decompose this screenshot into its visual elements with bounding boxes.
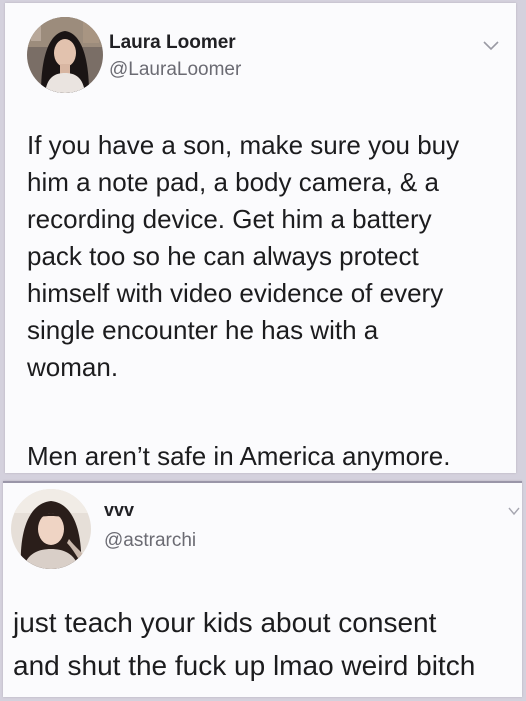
tweet-text: If you have a son, make sure you buy him… bbox=[27, 127, 507, 386]
user-handle[interactable]: @LauraLoomer bbox=[109, 59, 241, 81]
tweet-text-line: woman. bbox=[27, 352, 119, 382]
tweet-text-line: Men aren’t safe in America anymore. bbox=[27, 441, 451, 471]
tweet-text-line: If you have a son, make sure you buy bbox=[27, 130, 460, 160]
tweet-text-line: pack too so he can always protect bbox=[27, 241, 419, 271]
tweet-text: just teach your kids about consent and s… bbox=[13, 601, 518, 687]
avatar[interactable] bbox=[27, 17, 103, 93]
tweet-text-line: recording device. Get him a battery bbox=[27, 204, 432, 234]
display-name[interactable]: vvv bbox=[104, 500, 134, 521]
tweet-text-line: himself with video evidence of every bbox=[27, 278, 444, 308]
tweet-text-line: him a note pad, a body camera, & a bbox=[27, 167, 439, 197]
avatar[interactable] bbox=[11, 489, 91, 569]
tweet-text: Men aren’t safe in America anymore. bbox=[27, 438, 507, 473]
tweet-text-line: single encounter he has with a bbox=[27, 315, 379, 345]
user-handle[interactable]: @astrarchi bbox=[104, 530, 196, 552]
tweet-card: Laura Loomer @LauraLoomer If you have a … bbox=[5, 3, 516, 473]
profile-photo-icon bbox=[27, 17, 103, 93]
reply-tweet-card: vvv @astrarchi just teach your kids abou… bbox=[3, 481, 522, 697]
chevron-down-icon[interactable] bbox=[508, 507, 520, 517]
profile-photo-icon bbox=[11, 489, 91, 569]
tweet-text-line: and shut the fuck up lmao weird bitch bbox=[13, 650, 476, 681]
display-name[interactable]: Laura Loomer bbox=[109, 32, 236, 54]
chevron-down-icon[interactable] bbox=[483, 41, 499, 51]
tweet-text-line: just teach your kids about consent bbox=[13, 607, 437, 638]
